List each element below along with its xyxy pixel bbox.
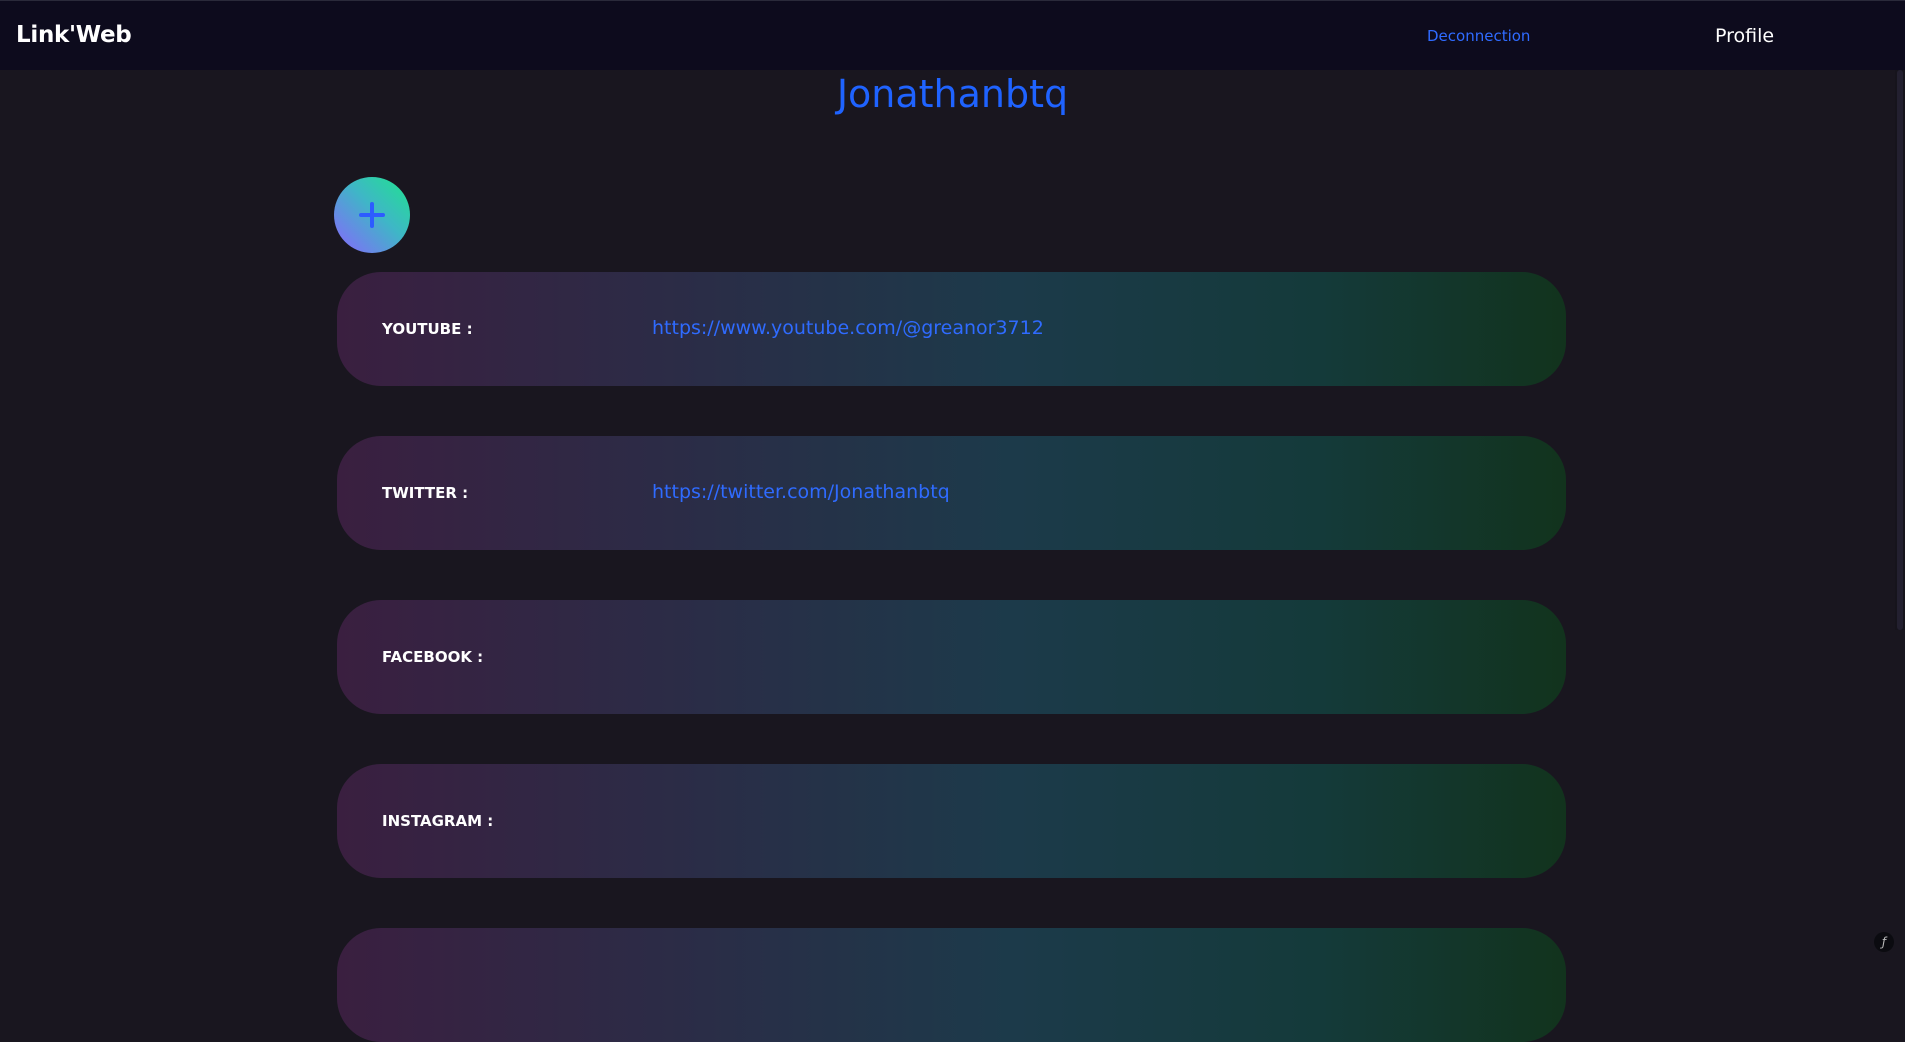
profile-link[interactable]: Profile [1715,25,1774,47]
brand-logo[interactable]: Link'Web [16,22,132,48]
link-card-facebook: FACEBOOK : [337,600,1566,714]
link-label: INSTAGRAM : [382,812,494,830]
logout-link[interactable]: Deconnection [1427,27,1530,45]
link-card-instagram: INSTAGRAM : [337,764,1566,878]
link-label: YOUTUBE : [382,320,473,338]
plus-icon [359,202,385,228]
top-navbar: Link'Web Deconnection Profile [0,0,1905,70]
link-label: FACEBOOK : [382,648,484,666]
link-label: TWITTER : [382,484,469,502]
add-link-button[interactable] [334,177,410,253]
link-url[interactable]: https://www.youtube.com/@greanor3712 [652,317,1044,339]
link-card-youtube: YOUTUBE : https://www.youtube.com/@grean… [337,272,1566,386]
link-card-twitter: TWITTER : https://twitter.com/Jonathanbt… [337,436,1566,550]
debug-toolbar-icon[interactable]: ƒ [1874,932,1894,952]
link-card-partial [337,928,1566,1042]
scrollbar-thumb[interactable] [1897,70,1903,630]
page-title-username: Jonathanbtq [836,72,1069,116]
link-url[interactable]: https://twitter.com/Jonathanbtq [652,481,950,503]
page-scrollbar[interactable] [1895,70,1905,630]
